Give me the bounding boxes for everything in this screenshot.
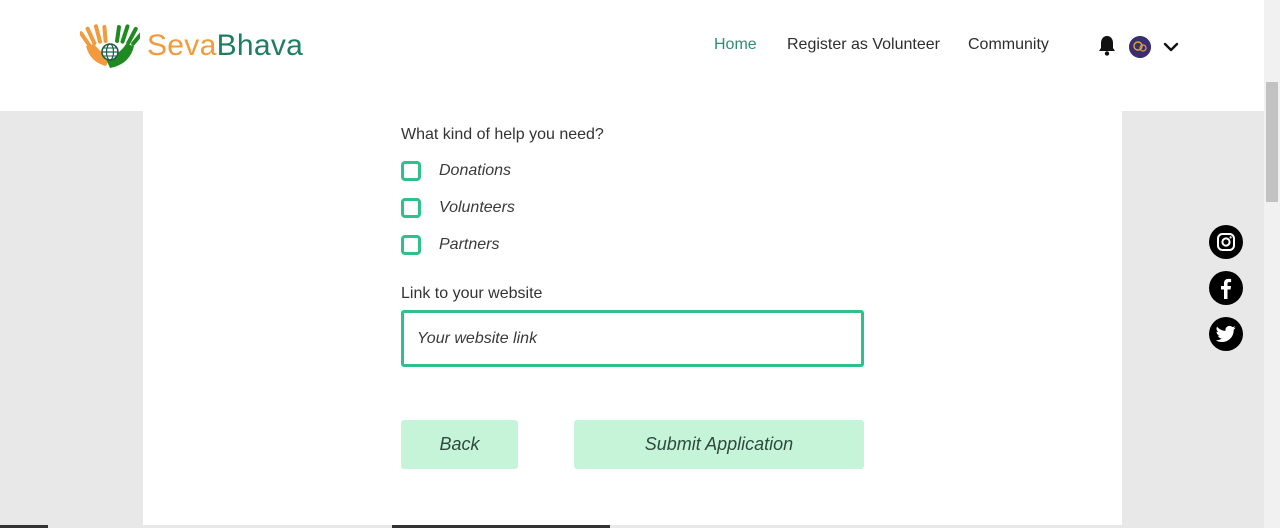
logo[interactable]: SevaBhava xyxy=(80,22,303,70)
submit-application-button[interactable]: Submit Application xyxy=(574,420,864,469)
checkbox-donations[interactable] xyxy=(401,161,421,181)
help-question-label: What kind of help you need? xyxy=(401,126,604,143)
avatar-image xyxy=(1129,36,1151,58)
checkbox-volunteers[interactable] xyxy=(401,198,421,218)
logo-text-seva: Seva xyxy=(147,29,217,62)
scrollbar-thumb[interactable] xyxy=(1266,82,1278,202)
option-donations[interactable]: Donations xyxy=(401,161,511,181)
option-label-partners: Partners xyxy=(439,236,500,253)
back-button[interactable]: Back xyxy=(401,420,518,469)
checkbox-partners[interactable] xyxy=(401,235,421,255)
logo-text-bhava: Bhava xyxy=(216,29,304,62)
twitter-link[interactable] xyxy=(1209,317,1243,351)
twitter-icon xyxy=(1216,325,1236,342)
logo-text: SevaBhava xyxy=(147,31,303,61)
bell-icon[interactable] xyxy=(1097,35,1117,57)
facebook-link[interactable] xyxy=(1209,271,1243,305)
chevron-down-icon[interactable] xyxy=(1163,40,1179,54)
instagram-icon xyxy=(1217,233,1235,251)
hands-globe-logo-icon xyxy=(80,24,140,68)
website-label: Link to your website xyxy=(401,285,543,302)
nav-community[interactable]: Community xyxy=(968,36,1049,54)
option-partners[interactable]: Partners xyxy=(401,235,499,255)
scrollbar-track[interactable] xyxy=(1264,0,1280,528)
page: SevaBhava Home Register as Volunteer Com… xyxy=(0,0,1280,528)
avatar[interactable] xyxy=(1129,36,1151,58)
option-label-donations: Donations xyxy=(439,162,512,179)
website-input[interactable] xyxy=(401,310,864,367)
site-header: SevaBhava Home Register as Volunteer Com… xyxy=(0,0,1264,111)
nav-home[interactable]: Home xyxy=(714,36,757,54)
instagram-link[interactable] xyxy=(1209,225,1243,259)
option-volunteers[interactable]: Volunteers xyxy=(401,198,515,218)
option-label-volunteers: Volunteers xyxy=(439,199,515,216)
facebook-icon xyxy=(1221,278,1232,299)
nav-register-volunteer[interactable]: Register as Volunteer xyxy=(787,36,940,54)
